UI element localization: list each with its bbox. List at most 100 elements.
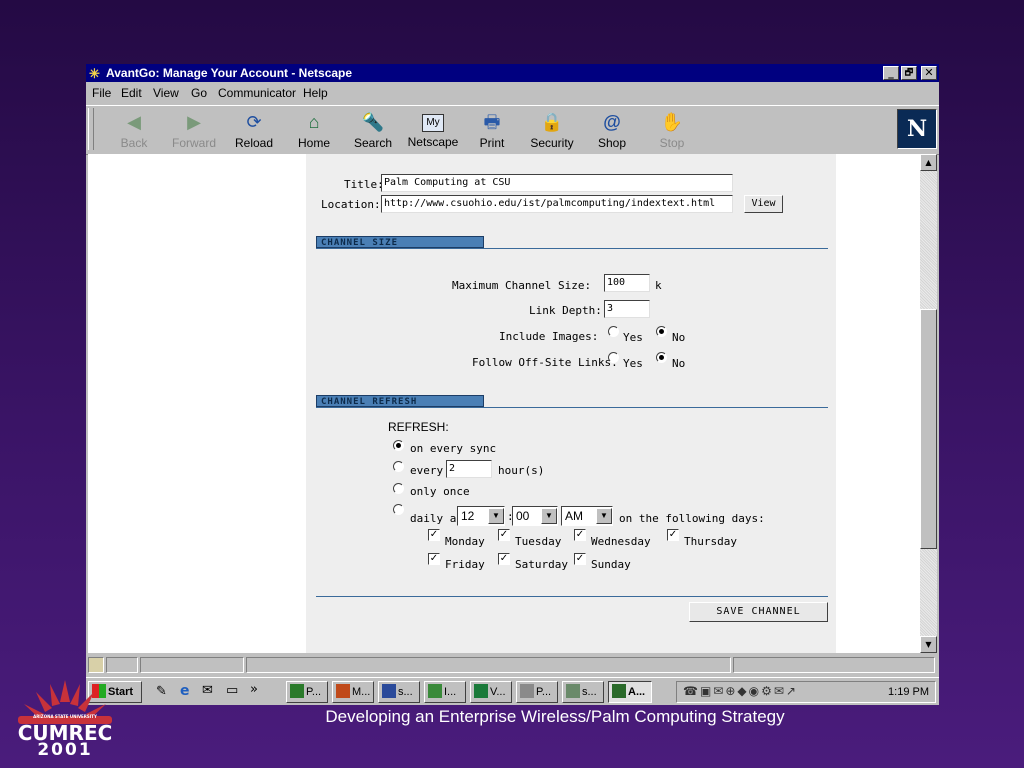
search-icon: 🔦 [361,112,385,132]
quick-launch-more[interactable]: » [250,682,258,697]
include-images-yes-radio[interactable] [608,326,619,337]
save-channel-button[interactable]: SAVE CHANNEL [689,602,828,622]
refresh-hour-value: 12 [461,509,475,523]
forward-button[interactable]: ▶ Forward [166,109,222,151]
follow-links-no-label: No [672,357,686,370]
left-margin-pane [88,154,306,653]
include-images-yes-label: Yes [623,331,643,344]
security-button[interactable]: 🔒 Security [524,109,580,151]
day-tuesday-label: Tuesday [515,535,562,548]
component-bar [733,657,935,673]
day-tuesday-checkbox[interactable]: ✓ [498,529,510,541]
include-images-no-radio[interactable] [656,326,667,337]
taskbar-clock[interactable]: 1:19 PM [888,682,929,702]
back-button[interactable]: ◀ Back [106,109,162,151]
day-friday-checkbox[interactable]: ✓ [428,553,440,565]
window-title: AvantGo: Manage Your Account - Netscape [106,66,353,80]
taskbar-task-6[interactable]: P... [516,681,558,703]
follow-links-yes-radio[interactable] [608,352,619,363]
window-titlebar[interactable]: ✳ AvantGo: Manage Your Account - Netscap… [86,64,939,82]
day-saturday-checkbox[interactable]: ✓ [498,553,510,565]
shop-button[interactable]: @ Shop [584,109,640,151]
print-button[interactable]: 🖶 Print [464,109,520,151]
location-label: Location: [321,198,381,211]
day-sunday-checkbox[interactable]: ✓ [574,553,586,565]
refresh-daily-radio[interactable] [393,504,404,515]
edit-pencil-icon[interactable]: ✎ [156,684,167,699]
reload-button[interactable]: ⟳ Reload [226,109,282,151]
toolbar-grip[interactable] [88,108,94,150]
refresh-daily-label: daily at [410,512,463,525]
refresh-ampm-value: AM [565,509,583,523]
day-friday-label: Friday [445,558,485,571]
close-button[interactable]: ✕ [921,66,937,80]
taskbar-task-4[interactable]: I... [424,681,466,703]
home-button[interactable]: ⌂ Home [286,109,342,151]
home-icon: ⌂ [308,112,320,132]
include-images-no-label: No [672,331,686,344]
dropdown-arrow-icon[interactable]: ▼ [541,508,557,524]
taskbar-task-1[interactable]: P... [286,681,328,703]
internet-explorer-icon[interactable]: e [180,683,190,699]
outlook-icon[interactable]: ✉ [202,683,213,698]
follow-links-no-radio[interactable] [656,352,667,363]
max-channel-size-input[interactable]: 100 [604,274,650,292]
netscape-window: ✳ AvantGo: Manage Your Account - Netscap… [86,64,939,705]
dropdown-arrow-icon[interactable]: ▼ [596,508,612,524]
dropdown-arrow-icon[interactable]: ▼ [488,508,504,524]
taskbar-task-2[interactable]: M... [332,681,374,703]
page-content: Title: Palm Computing at CSU Location: h… [88,154,920,653]
show-desktop-icon[interactable]: ▭ [226,683,238,698]
menu-communicator[interactable]: Communicator [218,83,296,103]
form-bottom-divider [316,596,828,597]
scroll-down-icon[interactable]: ▼ [920,636,937,653]
tray-icons[interactable]: ☎▣✉⊕◆◉⚙✉↗ [683,684,798,698]
menu-go[interactable]: Go [191,83,207,103]
day-thursday-checkbox[interactable]: ✓ [667,529,679,541]
netscape-logo[interactable]: N [897,109,937,149]
netscape-button[interactable]: My Netscape [404,109,462,151]
menu-file[interactable]: File [92,83,111,103]
security-lock-icon[interactable] [88,657,104,673]
taskbar-task-7[interactable]: s... [562,681,604,703]
taskbar-task-8-active[interactable]: A... [608,681,652,703]
vertical-scrollbar[interactable]: ▲ ▼ [920,154,937,653]
maximize-button[interactable]: 🗗 [901,66,917,80]
refresh-ampm-select[interactable]: AM ▼ [561,506,613,526]
section-divider [316,248,828,249]
location-input[interactable]: http://www.csuohio.edu/ist/palmcomputing… [381,195,733,213]
slide-caption: Developing an Enterprise Wireless/Palm C… [0,707,1024,727]
refresh-only-once-radio[interactable] [393,483,404,494]
minimize-button[interactable]: _ [883,66,899,80]
menu-edit[interactable]: Edit [121,83,142,103]
windows-taskbar: Start ✎ e ✉ ▭ » P... M... s... I... V...… [86,677,939,706]
link-depth-input[interactable]: 3 [604,300,650,318]
day-monday-checkbox[interactable]: ✓ [428,529,440,541]
section-divider [316,407,828,408]
day-thursday-label: Thursday [684,535,737,548]
view-button[interactable]: View [744,195,783,213]
menu-help[interactable]: Help [303,83,328,103]
refresh-every-sync-radio[interactable] [393,440,404,451]
max-channel-size-label: Maximum Channel Size: [452,279,592,292]
taskbar-task-5[interactable]: V... [470,681,512,703]
search-button[interactable]: 🔦 Search [345,109,401,151]
navigation-toolbar: ◀ Back ▶ Forward ⟳ Reload ⌂ Home 🔦 Search My N… [86,105,939,155]
scroll-thumb[interactable] [920,309,937,549]
follow-links-label: Follow Off-Site Links: [472,356,618,369]
link-depth-label: Link Depth: [529,304,602,317]
refresh-minute-select[interactable]: 00 ▼ [512,506,558,526]
lock-icon: 🔒 [540,112,564,132]
netscape-active-task-icon [612,684,626,698]
taskbar-task-3[interactable]: s... [378,681,420,703]
title-input[interactable]: Palm Computing at CSU [381,174,733,192]
scroll-up-icon[interactable]: ▲ [920,154,937,171]
refresh-hours-input[interactable]: 2 [446,460,492,478]
refresh-every-radio[interactable] [393,461,404,472]
menu-view[interactable]: View [153,83,179,103]
day-wednesday-checkbox[interactable]: ✓ [574,529,586,541]
refresh-hour-select[interactable]: 12 ▼ [457,506,505,526]
slide-caption-text: Developing an Enterprise Wireless/Palm C… [325,707,785,726]
stop-button[interactable]: ✋ Stop [644,109,700,151]
connection-status-icon [106,657,138,673]
